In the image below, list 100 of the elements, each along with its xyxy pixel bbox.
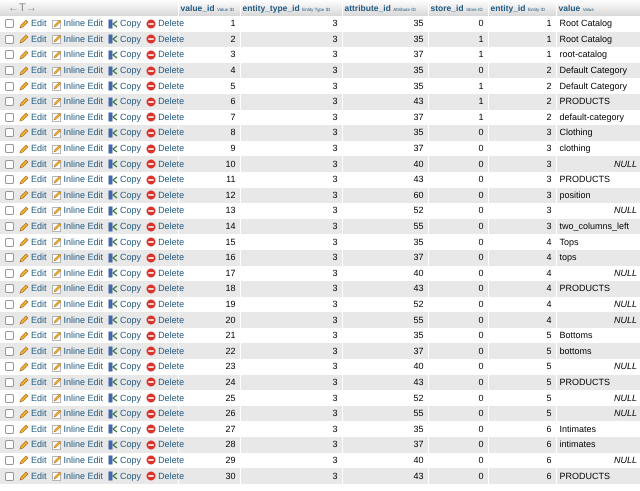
edit-link[interactable]: Edit [19, 237, 47, 248]
copy-link[interactable]: Copy [108, 206, 142, 216]
inline-edit-link[interactable]: Inline Edit [52, 144, 104, 154]
column-sort-link[interactable]: value [558, 2, 580, 12]
edit-link[interactable]: Edit [19, 174, 47, 185]
copy-link[interactable]: Copy [108, 455, 142, 466]
edit-link[interactable]: Edit [19, 34, 47, 44]
inline-edit-link[interactable]: Inline Edit [52, 471, 104, 482]
copy-link[interactable]: Copy [108, 222, 142, 232]
row-checkbox[interactable] [5, 66, 14, 76]
edit-link[interactable]: Edit [19, 144, 47, 154]
edit-link[interactable]: Edit [19, 346, 47, 356]
inline-edit-link[interactable]: Inline Edit [52, 424, 104, 434]
delete-link[interactable]: Delete [146, 299, 184, 310]
delete-link[interactable]: Delete [146, 455, 184, 466]
row-checkbox[interactable] [5, 128, 14, 138]
row-checkbox[interactable] [5, 268, 14, 278]
inline-edit-link[interactable]: Inline Edit [52, 66, 104, 76]
delete-link[interactable]: Delete [146, 252, 184, 263]
delete-link[interactable]: Delete [146, 330, 184, 341]
edit-link[interactable]: Edit [19, 299, 47, 310]
delete-link[interactable]: Delete [146, 408, 184, 419]
row-checkbox[interactable] [5, 424, 14, 434]
column-sort-link[interactable]: entity_type_id [242, 2, 300, 12]
row-checkbox[interactable] [5, 409, 14, 418]
delete-link[interactable]: Delete [146, 346, 184, 356]
column-sort-link[interactable]: store_id [430, 2, 464, 12]
delete-link[interactable]: Delete [146, 96, 184, 107]
inline-edit-link[interactable]: Inline Edit [52, 377, 104, 388]
edit-link[interactable]: Edit [19, 393, 47, 404]
copy-link[interactable]: Copy [108, 424, 142, 434]
edit-link[interactable]: Edit [19, 315, 47, 326]
inline-edit-link[interactable]: Inline Edit [52, 237, 104, 248]
edit-link[interactable]: Edit [19, 268, 47, 278]
edit-link[interactable]: Edit [19, 50, 47, 60]
row-checkbox[interactable] [5, 34, 14, 44]
copy-link[interactable]: Copy [108, 174, 142, 185]
copy-link[interactable]: Copy [108, 81, 142, 92]
edit-link[interactable]: Edit [19, 455, 47, 466]
edit-link[interactable]: Edit [19, 222, 47, 232]
inline-edit-link[interactable]: Inline Edit [52, 34, 104, 44]
row-checkbox[interactable] [5, 112, 14, 122]
inline-edit-link[interactable]: Inline Edit [52, 50, 104, 60]
row-checkbox[interactable] [5, 206, 14, 216]
copy-link[interactable]: Copy [108, 408, 142, 419]
row-checkbox[interactable] [5, 346, 14, 356]
inline-edit-link[interactable]: Inline Edit [52, 299, 104, 310]
delete-link[interactable]: Delete [146, 377, 184, 388]
copy-link[interactable]: Copy [108, 18, 142, 29]
delete-link[interactable]: Delete [146, 471, 184, 482]
inline-edit-link[interactable]: Inline Edit [52, 159, 104, 170]
edit-link[interactable]: Edit [19, 362, 47, 372]
copy-link[interactable]: Copy [108, 362, 142, 372]
delete-link[interactable]: Delete [146, 18, 184, 29]
delete-link[interactable]: Delete [146, 34, 184, 44]
edit-link[interactable]: Edit [19, 206, 47, 216]
edit-link[interactable]: Edit [19, 159, 47, 170]
row-checkbox[interactable] [5, 97, 14, 106]
edit-link[interactable]: Edit [19, 284, 47, 294]
inline-edit-link[interactable]: Inline Edit [52, 362, 104, 372]
inline-edit-link[interactable]: Inline Edit [52, 174, 104, 185]
copy-link[interactable]: Copy [108, 252, 142, 263]
row-checkbox[interactable] [5, 378, 14, 387]
delete-link[interactable]: Delete [146, 237, 184, 248]
delete-link[interactable]: Delete [146, 128, 184, 138]
copy-link[interactable]: Copy [108, 144, 142, 154]
inline-edit-link[interactable]: Inline Edit [52, 346, 104, 356]
row-checkbox[interactable] [5, 175, 14, 184]
copy-link[interactable]: Copy [108, 346, 142, 356]
inline-edit-link[interactable]: Inline Edit [52, 284, 104, 294]
inline-edit-link[interactable]: Inline Edit [52, 252, 104, 263]
copy-link[interactable]: Copy [108, 128, 142, 138]
inline-edit-link[interactable]: Inline Edit [52, 408, 104, 419]
edit-link[interactable]: Edit [19, 81, 47, 92]
copy-link[interactable]: Copy [108, 440, 142, 450]
copy-link[interactable]: Copy [108, 112, 142, 122]
inline-edit-link[interactable]: Inline Edit [52, 268, 104, 278]
delete-link[interactable]: Delete [146, 50, 184, 60]
row-checkbox[interactable] [5, 300, 14, 309]
delete-link[interactable]: Delete [146, 222, 184, 232]
delete-link[interactable]: Delete [146, 159, 184, 170]
row-checkbox[interactable] [5, 472, 14, 481]
delete-link[interactable]: Delete [146, 268, 184, 278]
row-checkbox[interactable] [5, 316, 14, 325]
row-checkbox[interactable] [5, 160, 14, 169]
delete-link[interactable]: Delete [146, 424, 184, 434]
inline-edit-link[interactable]: Inline Edit [52, 18, 104, 29]
inline-edit-link[interactable]: Inline Edit [52, 128, 104, 138]
copy-link[interactable]: Copy [108, 50, 142, 60]
edit-link[interactable]: Edit [19, 408, 47, 419]
edit-link[interactable]: Edit [19, 440, 47, 450]
row-checkbox[interactable] [5, 362, 14, 372]
row-checkbox[interactable] [5, 456, 14, 465]
edit-link[interactable]: Edit [19, 424, 47, 434]
column-sort-link[interactable]: attribute_id [344, 2, 391, 12]
inline-edit-link[interactable]: Inline Edit [52, 190, 104, 200]
copy-link[interactable]: Copy [108, 96, 142, 107]
edit-link[interactable]: Edit [19, 112, 47, 122]
row-checkbox[interactable] [5, 222, 14, 232]
inline-edit-link[interactable]: Inline Edit [52, 455, 104, 466]
